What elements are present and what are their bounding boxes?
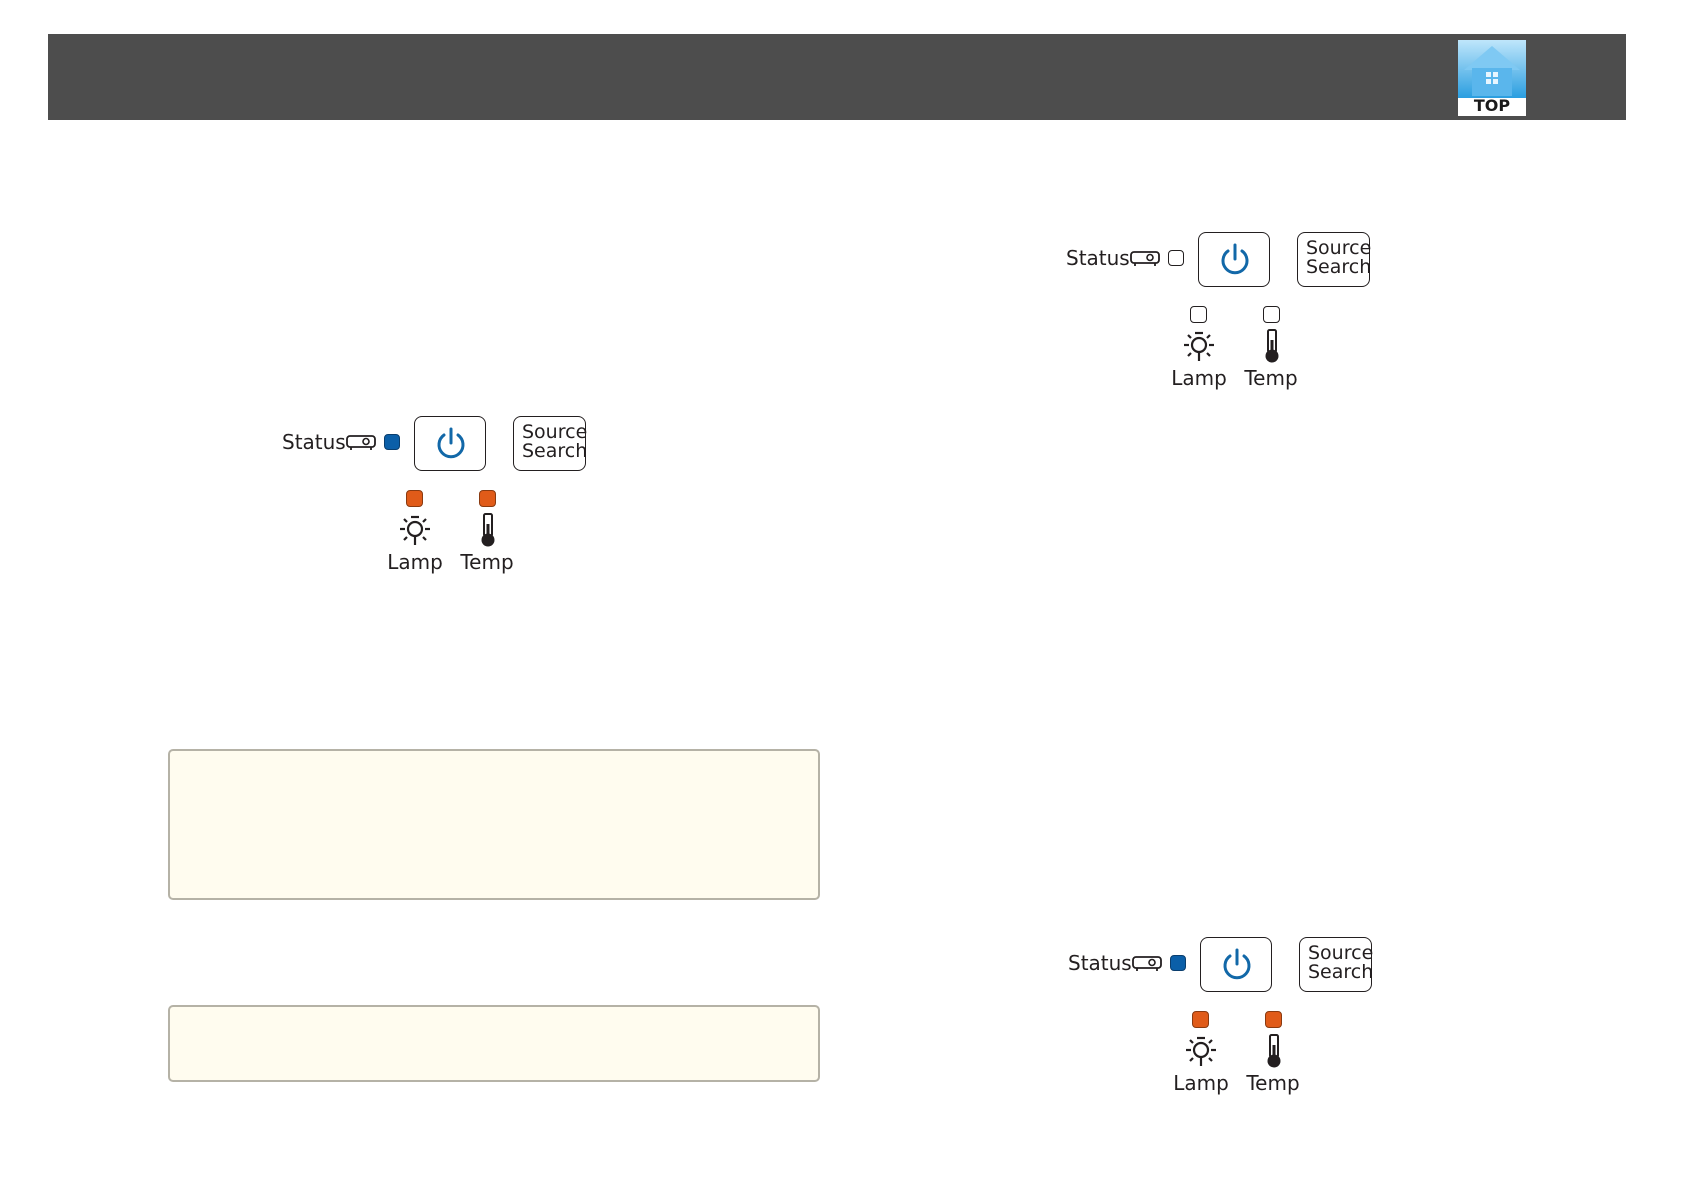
note-box — [168, 1005, 820, 1082]
source-search-button[interactable]: Source Search — [1297, 232, 1372, 287]
power-button[interactable] — [1198, 232, 1270, 287]
temp-indicator-led — [1263, 306, 1280, 323]
source-search-label-line2: Search — [1306, 256, 1372, 278]
power-button[interactable] — [1200, 937, 1272, 992]
lamp-icon — [1184, 331, 1214, 361]
status-label: Status — [1066, 246, 1130, 270]
temp-indicator-led — [479, 490, 496, 507]
source-search-label-line2: Search — [1308, 961, 1374, 983]
source-search-button[interactable]: Source Search — [513, 416, 588, 471]
temp-label: Temp — [1244, 366, 1298, 390]
source-search-button[interactable]: Source Search — [1299, 937, 1374, 992]
lamp-indicator-led — [406, 490, 423, 507]
power-icon — [437, 427, 465, 459]
projector-icon — [346, 435, 376, 450]
lamp-icon — [1186, 1036, 1216, 1066]
lamp-label: Lamp — [1173, 1071, 1229, 1095]
thermometer-icon — [1267, 1034, 1281, 1068]
control-panel-diagram: Status Source Search Lamp Temp — [1066, 232, 1386, 402]
page-header-bar — [48, 34, 1626, 120]
power-icon — [1221, 243, 1249, 275]
status-label: Status — [282, 430, 346, 454]
lamp-label: Lamp — [387, 550, 443, 574]
top-label: TOP — [1473, 96, 1511, 115]
lamp-icon — [400, 515, 430, 545]
thermometer-icon — [1265, 329, 1279, 363]
projector-icon — [1130, 251, 1160, 266]
lamp-label: Lamp — [1171, 366, 1227, 390]
source-search-label-line2: Search — [522, 440, 588, 462]
status-indicator-led — [1170, 955, 1186, 971]
thermometer-icon — [481, 513, 495, 547]
lamp-indicator-led — [1190, 306, 1207, 323]
note-box — [168, 749, 820, 900]
status-label: Status — [1068, 951, 1132, 975]
temp-label: Temp — [1246, 1071, 1300, 1095]
control-panel-diagram: Status Source Search Lamp Temp — [1068, 937, 1388, 1107]
temp-indicator-led — [1265, 1011, 1282, 1028]
top-home-button[interactable]: TOP — [1458, 40, 1526, 116]
status-indicator-led — [384, 434, 400, 450]
temp-label: Temp — [460, 550, 514, 574]
projector-icon — [1132, 956, 1162, 971]
control-panel-diagram: Status Source Search Lamp Temp — [282, 416, 602, 586]
power-icon — [1223, 948, 1251, 980]
lamp-indicator-led — [1192, 1011, 1209, 1028]
status-indicator-led — [1168, 250, 1184, 266]
power-button[interactable] — [414, 416, 486, 471]
